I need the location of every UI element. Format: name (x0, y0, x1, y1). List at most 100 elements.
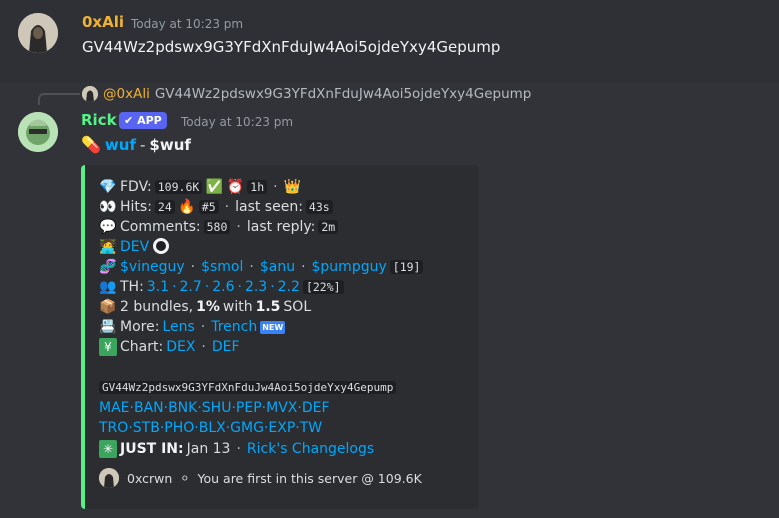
def-link[interactable]: DEF (212, 339, 240, 355)
fire-icon: 🔥 (178, 199, 196, 215)
speech-bubble-icon: 💬 (99, 219, 117, 235)
card-index-icon: 📇 (99, 319, 117, 335)
eyes-icon: 👀 (99, 199, 117, 215)
new-badge: NEW (260, 320, 286, 334)
holder-link[interactable]: 2.2 (278, 279, 300, 295)
trench-link[interactable]: Trench (211, 319, 257, 335)
footer-user: 0xcrwn (127, 470, 173, 486)
holder-link[interactable]: 2.3 (245, 279, 267, 295)
pill-icon: 💊 (81, 135, 101, 154)
quick-links-row-1: MAE · BAN · BNK · SHU · PEP · MVX · DEF (99, 400, 330, 416)
message-text: GV44Wz2pdswx9G3YFdXnFduJw4Aoi5ojdeYxy4Ge… (82, 38, 501, 56)
contract-address[interactable]: GV44Wz2pdswx9G3YFdXnFduJw4Aoi5ojdeYxy4Ge… (99, 381, 397, 394)
footer-text: You are first in this server @ 109.6K (197, 470, 422, 486)
logo-icon[interactable] (152, 238, 170, 256)
dex-link[interactable]: DEX (166, 339, 195, 355)
holders-row: 👥 TH: 3.1 · 2.7 · 2.6 · 2.3 · 2.2 [22%] (99, 278, 344, 296)
bundles-text: 2 bundles, (120, 299, 194, 315)
quick-link[interactable]: SHU (202, 400, 232, 416)
token-name-link[interactable]: wuf (105, 136, 136, 154)
title-separator: - (139, 135, 146, 154)
fdv-label: FDV: (120, 179, 152, 195)
callers-row: 🧬 $vineguy · $smol · $anu · $pumpguy [19… (99, 258, 424, 276)
chart-row: ¥ Chart: DEX · DEF (99, 338, 240, 356)
quick-link[interactable]: BLX (199, 420, 226, 436)
quick-link[interactable]: TW (300, 420, 322, 436)
bundles-sol: 1.5 (255, 299, 281, 315)
sparkle-icon: ✳ (99, 440, 117, 458)
caller-link[interactable]: $anu (260, 259, 295, 275)
hits-value: 24 (154, 200, 175, 214)
chart-label: Chart: (120, 339, 164, 355)
just-in-row: ✳ JUST IN: Jan 13 · Rick's Changelogs (99, 440, 374, 458)
username[interactable]: 0xAli (82, 13, 124, 31)
fdv-value: 109.6K (154, 180, 203, 194)
hits-label: Hits: (120, 199, 152, 215)
bundles-pct: 1% (196, 299, 220, 315)
quick-link[interactable]: MVX (266, 400, 297, 416)
token-ticker: $wuf (149, 135, 191, 154)
chart-yen-icon: ¥ (99, 338, 117, 356)
th-total: [22%] (302, 280, 344, 294)
message-0xali: 0xAli Today at 10:23 pm GV44Wz2pdswx9G3Y… (0, 0, 779, 82)
avatar[interactable] (18, 112, 58, 152)
timestamp: Today at 10:23 pm (181, 115, 294, 129)
fdv-row: 💎 FDV: 109.6K ✅ ⏰ 1h · 👑 (99, 179, 302, 195)
alarm-clock-icon: ⏰ (226, 179, 245, 195)
quick-link[interactable]: BAN (134, 400, 164, 416)
crown-icon: 👑 (283, 179, 302, 195)
message-title: 💊 wuf - $wuf (81, 135, 191, 154)
last-reply-label: last reply: (246, 219, 316, 235)
badge-label: APP (137, 114, 162, 127)
avatar (99, 468, 119, 488)
contract-row: GV44Wz2pdswx9G3YFdXnFduJw4Aoi5ojdeYxy4Ge… (99, 381, 397, 394)
caller-link[interactable]: $smol (201, 259, 243, 275)
quick-link[interactable]: PHO (164, 420, 194, 436)
bundles-unit: SOL (283, 299, 312, 315)
package-icon: 📦 (99, 299, 117, 315)
caller-link[interactable]: $vineguy (120, 259, 185, 275)
quick-link[interactable]: STB (133, 420, 160, 436)
bullet-icon: ⚪ (180, 471, 190, 485)
th-label: TH: (120, 279, 144, 295)
reply-text: GV44Wz2pdswx9G3YFdXnFduJw4Aoi5ojdeYxy4Ge… (154, 86, 532, 102)
dev-link[interactable]: DEV (120, 239, 149, 255)
holder-link[interactable]: 2.6 (212, 279, 234, 295)
last-seen-value: 43s (305, 200, 333, 214)
avatar[interactable] (18, 13, 58, 53)
reply-preview[interactable]: @0xAli GV44Wz2pdswx9G3YFdXnFduJw4Aoi5ojd… (82, 85, 531, 103)
dev-row: 🧑‍💻 DEV (99, 238, 170, 256)
bundles-with: with (222, 299, 253, 315)
check-icon: ✅ (205, 179, 224, 195)
technologist-icon: 🧑‍💻 (99, 239, 117, 255)
just-in-date: Jan 13 (186, 441, 231, 457)
lens-link[interactable]: Lens (162, 319, 194, 335)
quick-link[interactable]: PEP (236, 400, 262, 416)
more-label: More: (120, 319, 160, 335)
quick-link[interactable]: TRO (99, 420, 128, 436)
avatar (82, 86, 98, 102)
dna-icon: 🧬 (99, 259, 117, 275)
people-icon: 👥 (99, 279, 117, 295)
quick-link[interactable]: MAE (99, 400, 130, 416)
comments-row: 💬 Comments: 580 · last reply: 2m (99, 218, 339, 236)
holder-link[interactable]: 2.7 (180, 279, 202, 295)
quick-link[interactable]: GMG (230, 420, 264, 436)
username[interactable]: Rick (81, 111, 117, 129)
changelog-link[interactable]: Rick's Changelogs (247, 441, 374, 457)
token-embed: 💎 FDV: 109.6K ✅ ⏰ 1h · 👑 👀 Hits: 24 🔥 #5… (81, 165, 479, 509)
quick-link[interactable]: DEF (302, 400, 330, 416)
quick-links-row-2: TRO · STB · PHO · BLX · GMG · EXP · TW (99, 420, 323, 436)
caller-link[interactable]: $pumpguy (312, 259, 387, 275)
timestamp: Today at 10:23 pm (131, 17, 244, 31)
comments-value: 580 (203, 220, 231, 234)
check-icon: ✔ (124, 114, 134, 127)
hits-row: 👀 Hits: 24 🔥 #5 · last seen: 43s (99, 198, 333, 216)
reply-username[interactable]: @0xAli (103, 86, 150, 102)
quick-link[interactable]: BNK (168, 400, 197, 416)
holder-link[interactable]: 3.1 (147, 279, 169, 295)
embed-footer: 0xcrwn ⚪ You are first in this server @ … (99, 468, 422, 488)
hits-rank: #5 (198, 200, 219, 214)
bundles-row: 📦 2 bundles, 1% with 1.5 SOL (99, 298, 311, 316)
quick-link[interactable]: EXP (268, 420, 295, 436)
